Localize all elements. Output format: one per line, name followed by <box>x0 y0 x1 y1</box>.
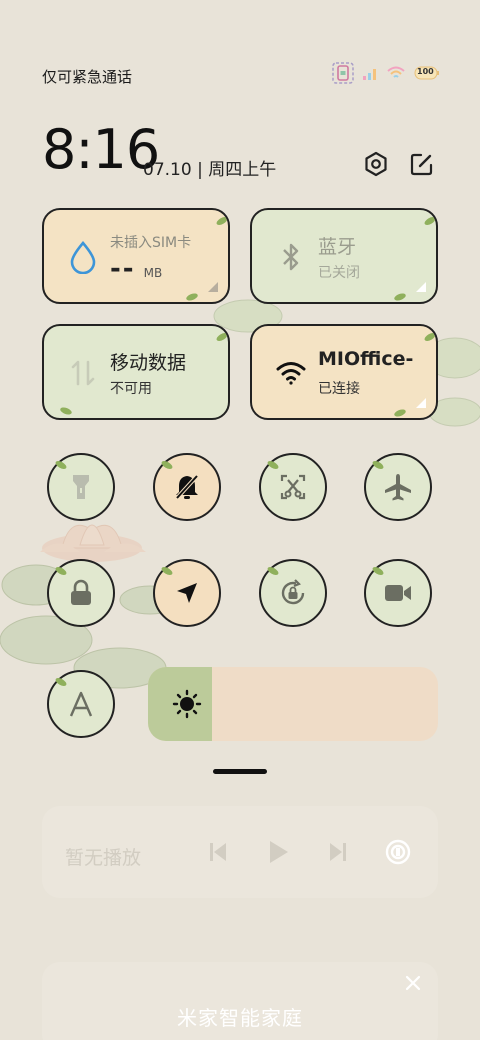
skip-previous-icon <box>210 843 226 861</box>
leaf-decoration <box>215 215 228 227</box>
bluetooth-tile[interactable]: 蓝牙 已关闭 <box>250 208 438 304</box>
play-button[interactable] <box>264 838 292 866</box>
next-button[interactable] <box>324 838 352 866</box>
airplane-icon <box>385 474 411 501</box>
bluetooth-status: 已关闭 <box>318 265 360 281</box>
leaf-decoration <box>423 215 436 227</box>
scissors-icon <box>280 474 306 500</box>
close-icon <box>405 975 421 991</box>
edit-icon <box>410 153 433 176</box>
leaf-decoration <box>215 331 228 343</box>
clock-time: 8:16 <box>42 118 160 181</box>
gear-icon <box>365 151 387 177</box>
data-usage-value-group: -- MB <box>110 254 162 284</box>
media-title: 暂无播放 <box>65 847 142 869</box>
leaf-decoration <box>393 408 407 418</box>
skip-next-icon <box>330 843 346 861</box>
wifi-status: 已连接 <box>318 381 360 397</box>
navigation-arrow-icon <box>177 583 197 603</box>
smart-home-card[interactable]: 米家智能家庭 <box>42 962 438 1040</box>
sun-icon <box>172 689 202 719</box>
status-icons: 100 <box>332 62 440 84</box>
leaf-decoration <box>185 292 199 302</box>
cast-button[interactable] <box>384 838 412 866</box>
battery-icon: 100 <box>414 65 440 81</box>
bluetooth-title: 蓝牙 <box>318 236 357 258</box>
smart-home-title: 米家智能家庭 <box>177 1006 303 1030</box>
wifi-network-name: MIOffice- <box>318 348 414 370</box>
data-usage-value: -- <box>110 254 136 284</box>
close-button[interactable] <box>402 972 424 994</box>
expand-corner-icon <box>208 282 218 292</box>
wifi-icon <box>274 356 308 390</box>
broadcast-icon <box>385 839 411 865</box>
data-arrows-icon <box>66 356 100 390</box>
data-usage-title: 未插入SIM卡 <box>110 235 192 251</box>
water-drop-icon <box>66 240 100 274</box>
data-usage-tile[interactable]: 未插入SIM卡 -- MB <box>42 208 230 304</box>
leaf-decoration <box>423 331 436 343</box>
letter-a-icon <box>69 691 93 717</box>
battery-level-text: 100 <box>417 67 434 76</box>
wifi-status-icon <box>386 65 406 81</box>
leaf-decoration <box>393 292 407 302</box>
video-camera-icon <box>385 585 411 601</box>
bluetooth-icon <box>274 240 308 274</box>
mobile-data-title: 移动数据 <box>110 352 187 374</box>
brightness-slider[interactable] <box>148 667 438 741</box>
mobile-data-tile[interactable]: 移动数据 不可用 <box>42 324 230 420</box>
data-usage-unit: MB <box>143 266 163 280</box>
leaf-decoration <box>59 406 73 416</box>
carrier-status-text: 仅可紧急通话 <box>42 68 133 86</box>
panel-drag-handle[interactable] <box>213 769 267 774</box>
edit-button[interactable] <box>406 148 438 180</box>
previous-button[interactable] <box>204 838 232 866</box>
rotation-lock-icon <box>281 579 305 605</box>
media-player-card[interactable]: 暂无播放 <box>42 806 438 898</box>
lock-icon <box>71 579 91 605</box>
bell-off-icon <box>175 474 199 500</box>
mobile-data-status: 不可用 <box>110 381 152 397</box>
settings-button[interactable] <box>360 148 392 180</box>
play-icon <box>270 841 288 863</box>
wifi-tile[interactable]: MIOffice- 已连接 <box>250 324 438 420</box>
no-sim-icon <box>332 62 354 84</box>
date-text: 07.10 | 周四上午 <box>143 160 277 180</box>
expand-corner-icon <box>416 398 426 408</box>
signal-icon <box>362 65 378 81</box>
flashlight-icon <box>73 475 89 499</box>
expand-corner-icon <box>416 282 426 292</box>
